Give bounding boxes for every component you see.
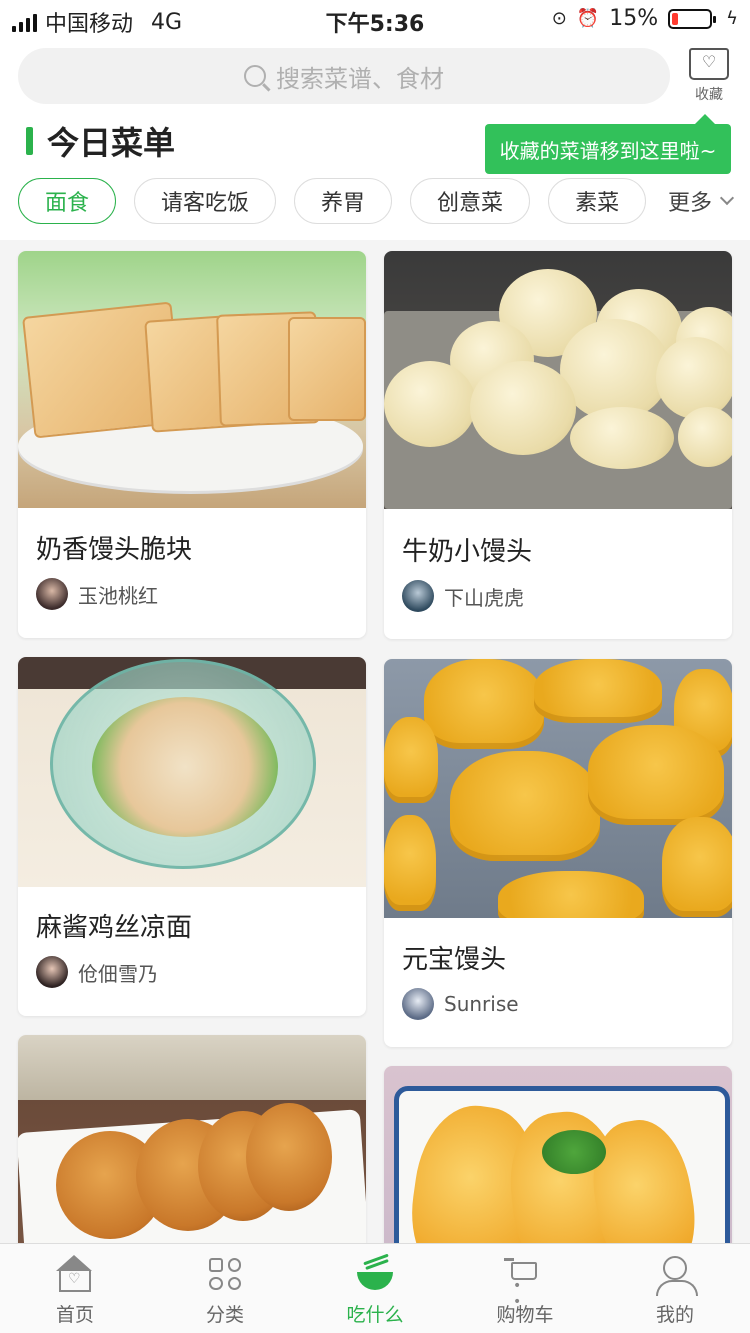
ingot-bun-shape — [450, 751, 600, 861]
chevron-down-icon — [719, 190, 735, 206]
bun-shape — [470, 361, 576, 455]
search-placeholder: 搜索菜谱、食材 — [276, 64, 444, 93]
author-name: Sunrise — [444, 992, 519, 1016]
home-icon — [55, 1254, 95, 1294]
author-name: 下山虎虎 — [444, 585, 524, 610]
tab-cart[interactable]: 购物车 — [450, 1244, 600, 1333]
search-icon — [244, 65, 266, 87]
avatar — [36, 578, 68, 610]
app-screen: 中国移动 4G 下午5:36 ⊙ ⏰ 15% ϟ 搜索菜谱、食材 收藏 今日菜单… — [0, 0, 750, 1333]
cart-icon — [504, 1254, 545, 1310]
tab-label: 我的 — [655, 1304, 694, 1326]
section-title-text: 今日菜单 — [47, 124, 176, 162]
recipe-title: 麻酱鸡丝凉面 — [36, 913, 193, 943]
rotation-lock-icon: ⊙ — [551, 8, 567, 29]
ingot-bun-shape — [424, 659, 544, 749]
status-right: ⊙ ⏰ 15% ϟ — [552, 6, 738, 31]
ingot-bun-shape — [384, 815, 436, 911]
recipe-author: 下山虎虎 — [402, 580, 524, 612]
recipe-title: 元宝馒头 — [402, 945, 507, 975]
bun-shape — [678, 407, 732, 467]
tab-label: 吃什么 — [346, 1304, 404, 1326]
bun-shape — [384, 361, 476, 447]
tab-me[interactable]: 我的 — [600, 1244, 750, 1333]
battery-percent: 15% — [609, 6, 659, 31]
folder-heart-icon — [689, 48, 729, 80]
search-input[interactable]: 搜索菜谱、食材 — [18, 48, 670, 104]
ingot-bun-shape — [588, 725, 724, 825]
favorites-button[interactable]: 收藏 — [686, 48, 732, 104]
avatar — [36, 956, 68, 988]
alarm-icon: ⏰ — [576, 8, 600, 29]
section-title: 今日菜单 — [26, 118, 175, 164]
favorites-tooltip[interactable]: 收藏的菜谱移到这里啦~ — [485, 114, 731, 174]
bun-shape — [656, 337, 732, 419]
tab-what-to-eat[interactable]: 吃什么 — [300, 1244, 450, 1333]
recipe-image — [18, 251, 366, 508]
recipe-image — [384, 251, 732, 509]
user-icon — [655, 1254, 698, 1296]
noodle-shape — [92, 697, 278, 837]
category-chip-vegetarian[interactable]: 素菜 — [548, 178, 647, 224]
author-name: 伧佃雪乃 — [78, 961, 158, 986]
recipe-author: 玉池桃红 — [36, 578, 158, 610]
ingot-bun-shape — [498, 871, 644, 918]
recipe-image — [18, 657, 366, 887]
tab-label: 分类 — [205, 1304, 244, 1326]
recipe-card[interactable]: 元宝馒头 Sunrise — [384, 659, 732, 1047]
favorites-label: 收藏 — [695, 87, 723, 103]
recipe-title: 牛奶小馒头 — [402, 537, 533, 567]
herb-garnish-shape — [542, 1130, 606, 1174]
bun-shape — [560, 319, 670, 421]
category-chip-creative[interactable]: 创意菜 — [410, 178, 531, 224]
tab-bar: 首页 分类 吃什么 购物车 我的 — [0, 1243, 750, 1333]
category-chip-guests[interactable]: 请客吃饭 — [134, 178, 277, 224]
category-chips: 面食 请客吃饭 养胃 创意菜 素菜 — [18, 178, 648, 226]
fried-cake-shape — [246, 1103, 332, 1211]
recipe-image — [384, 659, 732, 918]
header: 搜索菜谱、食材 收藏 今日菜单 收藏的菜谱移到这里啦~ 面食 请客吃饭 养胃 创… — [0, 40, 750, 240]
battery-icon — [668, 8, 717, 29]
recipe-card[interactable]: 奶香馒头脆块 玉池桃红 — [18, 251, 366, 638]
category-chip-stomach[interactable]: 养胃 — [294, 178, 393, 224]
toast-shape — [288, 317, 366, 421]
battery-level — [672, 12, 678, 25]
bowl-icon — [355, 1254, 395, 1294]
ingot-bun-shape — [662, 817, 732, 917]
more-categories-button[interactable]: 更多 — [653, 178, 735, 224]
tab-label: 首页 — [55, 1304, 94, 1326]
ingot-bun-shape — [384, 717, 438, 803]
author-name: 玉池桃红 — [78, 583, 158, 608]
avatar — [402, 988, 434, 1020]
charging-icon: ϟ — [726, 8, 738, 29]
recipe-card[interactable]: 牛奶小馒头 下山虎虎 — [384, 251, 732, 639]
recipe-card[interactable]: 麻酱鸡丝凉面 伧佃雪乃 — [18, 657, 366, 1016]
status-bar: 中国移动 4G 下午5:36 ⊙ ⏰ 15% ϟ — [0, 0, 750, 40]
title-accent-bar — [26, 127, 33, 155]
tab-category[interactable]: 分类 — [150, 1244, 300, 1333]
category-chip-noodles[interactable]: 面食 — [18, 178, 117, 224]
bun-shape — [570, 407, 674, 469]
recipe-author: Sunrise — [402, 988, 519, 1020]
category-icon — [205, 1254, 245, 1294]
ingot-bun-shape — [534, 659, 662, 723]
more-label: 更多 — [667, 191, 712, 216]
recipe-author: 伧佃雪乃 — [36, 956, 158, 988]
recipe-title: 奶香馒头脆块 — [36, 535, 193, 565]
tab-home[interactable]: 首页 — [0, 1244, 150, 1333]
avatar — [402, 580, 434, 612]
